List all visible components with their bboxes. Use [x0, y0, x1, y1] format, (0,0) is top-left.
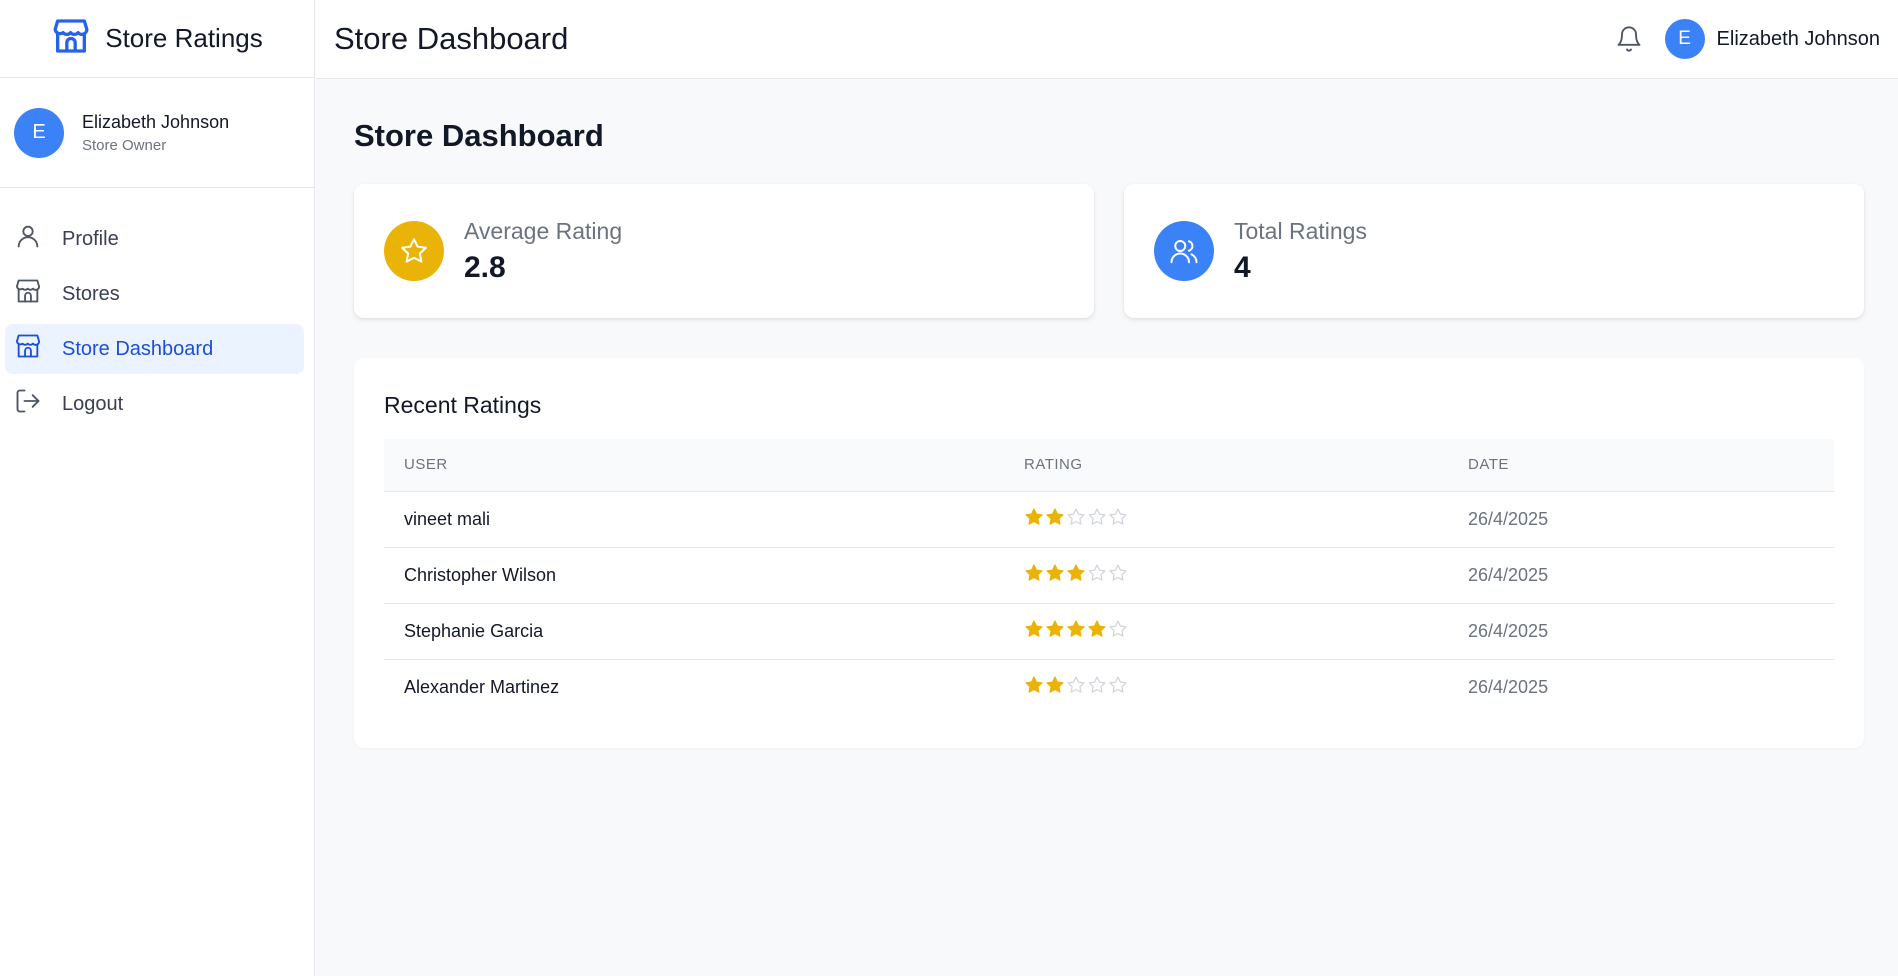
sidebar: Store Ratings E Elizabeth Johnson Store … [0, 0, 315, 976]
brand[interactable]: Store Ratings [0, 0, 314, 78]
store-logo-icon [51, 16, 91, 61]
avatar: E [1664, 19, 1705, 59]
row-user: vineet mali [384, 491, 1004, 548]
top-header: Store Dashboard E Elizabeth Johnson [316, 0, 1898, 79]
star-filled-icon [1066, 563, 1086, 588]
sidebar-user-card: E Elizabeth Johnson Store Owner [0, 78, 314, 188]
header-title: Store Dashboard [334, 21, 569, 56]
stat-card-average-rating: Average Rating 2.8 [354, 184, 1094, 318]
stat-card-total-ratings: Total Ratings 4 [1124, 184, 1864, 318]
column-header-rating: RATING [1004, 439, 1448, 492]
star-filled-icon [1045, 675, 1065, 700]
logout-icon [14, 387, 42, 421]
stats-row: Average Rating 2.8 Total Ratings 4 [354, 184, 1864, 318]
star-rating [1024, 675, 1448, 700]
star-empty-icon [1087, 675, 1107, 700]
star-filled-icon [1045, 619, 1065, 644]
star-empty-icon [1087, 507, 1107, 532]
table-row: vineet mali 26/4/2025 [384, 491, 1834, 548]
user-icon [14, 222, 42, 256]
sidebar-item-profile[interactable]: Profile [5, 214, 304, 264]
table-row: Christopher Wilson 26/4/2025 [384, 547, 1834, 604]
table-row: Alexander Martinez 26/4/2025 [384, 659, 1834, 715]
brand-title: Store Ratings [105, 23, 263, 53]
star-filled-icon [1024, 619, 1044, 644]
ratings-table: USER RATING DATE vineet mali 26/4/2025 C… [384, 439, 1834, 715]
star-filled-icon [1045, 563, 1065, 588]
stat-value: 2.8 [464, 250, 506, 284]
header-user-name: Elizabeth Johnson [1716, 27, 1880, 50]
main-content: Store Dashboard Average Rating 2.8 Total… [354, 118, 1864, 748]
sidebar-item-label: Profile [62, 227, 119, 250]
table-header-row: USER RATING DATE [384, 439, 1834, 492]
star-filled-icon [1024, 675, 1044, 700]
stat-value: 4 [1234, 250, 1251, 284]
row-user: Stephanie Garcia [384, 603, 1004, 660]
star-empty-icon [1066, 675, 1086, 700]
users-icon [1154, 221, 1214, 281]
row-date: 26/4/2025 [1448, 547, 1834, 604]
star-empty-icon [1108, 619, 1128, 644]
star-empty-icon [1108, 507, 1128, 532]
star-filled-icon [1045, 507, 1065, 532]
star-rating [1024, 563, 1448, 588]
sidebar-nav: Profile Stores Store Dashboard Logout [0, 188, 314, 429]
page-title: Store Dashboard [354, 118, 604, 153]
sidebar-item-store-dashboard[interactable]: Store Dashboard [5, 324, 304, 374]
sidebar-item-stores[interactable]: Stores [5, 269, 304, 319]
store-icon [14, 277, 42, 311]
sidebar-item-label: Stores [62, 282, 120, 305]
sidebar-user-name: Elizabeth Johnson [82, 111, 230, 132]
sidebar-item-label: Logout [62, 392, 124, 415]
recent-ratings-title: Recent Ratings [384, 392, 542, 418]
row-date: 26/4/2025 [1468, 676, 1549, 697]
star-empty-icon [1108, 563, 1128, 588]
star-rating [1024, 619, 1448, 644]
recent-ratings-card: Recent Ratings USER RATING DATE vineet m… [354, 358, 1864, 748]
avatar: E [14, 107, 64, 158]
table-row: Stephanie Garcia 26/4/2025 [384, 603, 1834, 660]
star-empty-icon [1087, 563, 1107, 588]
stat-label: Average Rating [464, 217, 623, 244]
sidebar-item-logout[interactable]: Logout [5, 379, 304, 429]
row-user: Christopher Wilson [384, 547, 1004, 604]
sidebar-item-label: Store Dashboard [62, 337, 214, 360]
column-header-user: USER [384, 439, 1004, 492]
row-date: 26/4/2025 [1448, 491, 1834, 548]
header-actions: E Elizabeth Johnson [1615, 19, 1880, 59]
star-filled-icon [1024, 563, 1044, 588]
star-rating [1024, 507, 1448, 532]
star-filled-icon [1087, 619, 1107, 644]
row-date: 26/4/2025 [1448, 603, 1834, 660]
header-user-menu[interactable]: E Elizabeth Johnson [1664, 19, 1880, 59]
star-filled-icon [1024, 507, 1044, 532]
stat-label: Total Ratings [1234, 217, 1367, 244]
star-filled-icon [1066, 619, 1086, 644]
store-icon [14, 332, 42, 366]
star-empty-icon [1108, 675, 1128, 700]
star-icon [384, 221, 444, 281]
row-user: Alexander Martinez [404, 676, 560, 697]
bell-icon[interactable] [1615, 25, 1643, 53]
column-header-date: DATE [1448, 439, 1834, 492]
sidebar-user-role: Store Owner [82, 136, 167, 154]
star-empty-icon [1066, 507, 1086, 532]
